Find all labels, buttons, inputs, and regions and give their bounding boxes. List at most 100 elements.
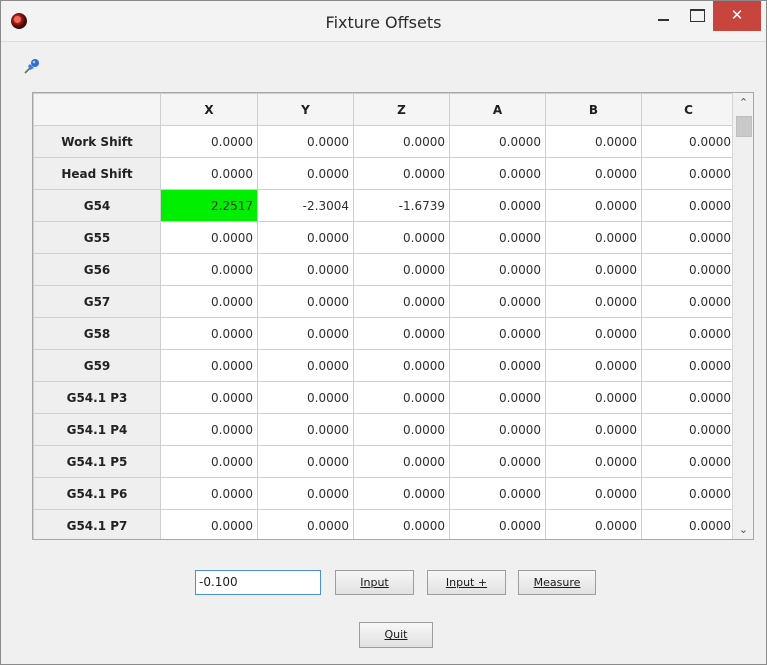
offset-cell[interactable]: 0.0000: [641, 445, 736, 478]
offset-cell[interactable]: 0.0000: [449, 317, 546, 350]
offset-cell[interactable]: 0.0000: [257, 477, 354, 510]
offset-cell[interactable]: 0.0000: [449, 285, 546, 318]
offset-cell[interactable]: 0.0000: [353, 317, 450, 350]
offset-cell[interactable]: 0.0000: [353, 477, 450, 510]
offset-cell[interactable]: 0.0000: [545, 317, 642, 350]
offset-cell[interactable]: 0.0000: [353, 381, 450, 414]
offset-cell[interactable]: 0.0000: [160, 253, 258, 286]
row-header: Work Shift: [33, 125, 161, 158]
offset-cell[interactable]: 0.0000: [160, 125, 258, 158]
offset-cell[interactable]: 0.0000: [641, 509, 736, 539]
offset-cell[interactable]: 0.0000: [449, 509, 546, 539]
offset-cell[interactable]: 0.0000: [257, 413, 354, 446]
offset-cell[interactable]: 0.0000: [449, 477, 546, 510]
offset-cell[interactable]: -1.6739: [353, 189, 450, 222]
offset-cell[interactable]: -2.3004: [257, 189, 354, 222]
offset-cell[interactable]: 0.0000: [160, 157, 258, 190]
table-row: G58 0.0000 0.0000 0.0000 0.0000 0.0000 0.0000: [33, 317, 736, 350]
row-header: G54.1 P5: [33, 445, 161, 478]
offset-cell[interactable]: 0.0000: [353, 285, 450, 318]
offset-cell[interactable]: 0.0000: [545, 477, 642, 510]
offset-cell[interactable]: 0.0000: [160, 381, 258, 414]
table-row: G55 0.0000 0.0000 0.0000 0.0000 0.0000 0.0000: [33, 221, 736, 254]
measure-button[interactable]: Measure: [518, 570, 596, 595]
input-button[interactable]: Input: [335, 570, 414, 595]
scrollbar-thumb[interactable]: [736, 116, 752, 137]
offset-cell[interactable]: 0.0000: [545, 285, 642, 318]
offset-cell[interactable]: 0.0000: [257, 349, 354, 382]
table-row: G59 0.0000 0.0000 0.0000 0.0000 0.0000 0.0000: [33, 349, 736, 382]
offset-cell[interactable]: 0.0000: [353, 413, 450, 446]
offset-cell[interactable]: 0.0000: [545, 381, 642, 414]
offset-cell[interactable]: 0.0000: [257, 317, 354, 350]
offset-cell[interactable]: 0.0000: [449, 381, 546, 414]
offset-cell[interactable]: 0.0000: [641, 125, 736, 158]
row-header: G54.1 P4: [33, 413, 161, 446]
close-button[interactable]: ✕: [713, 1, 761, 31]
quit-button[interactable]: Quit: [359, 622, 433, 648]
offset-cell[interactable]: 0.0000: [545, 509, 642, 539]
offset-cell[interactable]: 0.0000: [545, 125, 642, 158]
column-header-y: Y: [257, 93, 354, 126]
offset-cell[interactable]: 0.0000: [641, 189, 736, 222]
offset-cell[interactable]: 0.0000: [641, 317, 736, 350]
offset-cell[interactable]: 0.0000: [160, 445, 258, 478]
offset-cell[interactable]: 0.0000: [449, 445, 546, 478]
offset-cell[interactable]: 0.0000: [641, 221, 736, 254]
offset-cell[interactable]: 0.0000: [160, 477, 258, 510]
offset-cell[interactable]: 0.0000: [257, 445, 354, 478]
offset-cell[interactable]: 0.0000: [257, 381, 354, 414]
offset-cell[interactable]: 0.0000: [641, 477, 736, 510]
offset-cell[interactable]: 0.0000: [545, 349, 642, 382]
row-header: G55: [33, 221, 161, 254]
offset-cell[interactable]: 0.0000: [353, 349, 450, 382]
offset-cell[interactable]: 0.0000: [160, 509, 258, 539]
offset-cell[interactable]: 0.0000: [257, 125, 354, 158]
pushpin-icon[interactable]: [23, 57, 41, 75]
offset-cell[interactable]: 0.0000: [257, 285, 354, 318]
offset-cell[interactable]: 0.0000: [353, 445, 450, 478]
offset-value-input[interactable]: -0.100: [195, 570, 321, 595]
table-row: G54.1 P3 0.0000 0.0000 0.0000 0.0000 0.0000 0.…: [33, 381, 736, 414]
offset-cell[interactable]: 0.0000: [641, 381, 736, 414]
offset-cell[interactable]: 2.2517: [160, 189, 258, 222]
offset-cell[interactable]: 0.0000: [160, 413, 258, 446]
input-plus-button[interactable]: Input +: [427, 570, 506, 595]
offset-cell[interactable]: 0.0000: [641, 285, 736, 318]
offset-cell[interactable]: 0.0000: [160, 349, 258, 382]
chevron-up-icon[interactable]: ⌃: [738, 97, 749, 108]
offset-cell[interactable]: 0.0000: [449, 157, 546, 190]
offset-cell[interactable]: 0.0000: [641, 413, 736, 446]
offset-cell[interactable]: 0.0000: [353, 125, 450, 158]
offset-cell[interactable]: 0.0000: [353, 221, 450, 254]
offset-cell[interactable]: 0.0000: [353, 157, 450, 190]
offset-cell[interactable]: 0.0000: [641, 253, 736, 286]
offset-cell[interactable]: 0.0000: [449, 189, 546, 222]
offset-cell[interactable]: 0.0000: [641, 349, 736, 382]
offset-cell[interactable]: 0.0000: [545, 189, 642, 222]
offset-cell[interactable]: 0.0000: [449, 125, 546, 158]
offset-cell[interactable]: 0.0000: [449, 349, 546, 382]
offset-cell[interactable]: 0.0000: [449, 253, 546, 286]
minimize-button[interactable]: [648, 1, 678, 29]
offset-cell[interactable]: 0.0000: [353, 253, 450, 286]
offset-cell[interactable]: 0.0000: [257, 221, 354, 254]
offset-cell[interactable]: 0.0000: [160, 317, 258, 350]
offset-cell[interactable]: 0.0000: [160, 221, 258, 254]
offset-cell[interactable]: 0.0000: [257, 509, 354, 539]
offset-cell[interactable]: 0.0000: [545, 221, 642, 254]
offset-cell[interactable]: 0.0000: [641, 157, 736, 190]
offset-cell[interactable]: 0.0000: [449, 221, 546, 254]
offset-cell[interactable]: 0.0000: [545, 253, 642, 286]
vertical-scrollbar[interactable]: ⌃ ⌄: [732, 93, 753, 539]
offset-cell[interactable]: 0.0000: [257, 157, 354, 190]
offset-cell[interactable]: 0.0000: [257, 253, 354, 286]
offset-cell[interactable]: 0.0000: [449, 413, 546, 446]
chevron-down-icon[interactable]: ⌄: [738, 524, 749, 535]
offset-cell[interactable]: 0.0000: [545, 445, 642, 478]
offset-cell[interactable]: 0.0000: [353, 509, 450, 539]
offset-cell[interactable]: 0.0000: [160, 285, 258, 318]
maximize-button[interactable]: [682, 1, 710, 29]
offset-cell[interactable]: 0.0000: [545, 157, 642, 190]
offset-cell[interactable]: 0.0000: [545, 413, 642, 446]
